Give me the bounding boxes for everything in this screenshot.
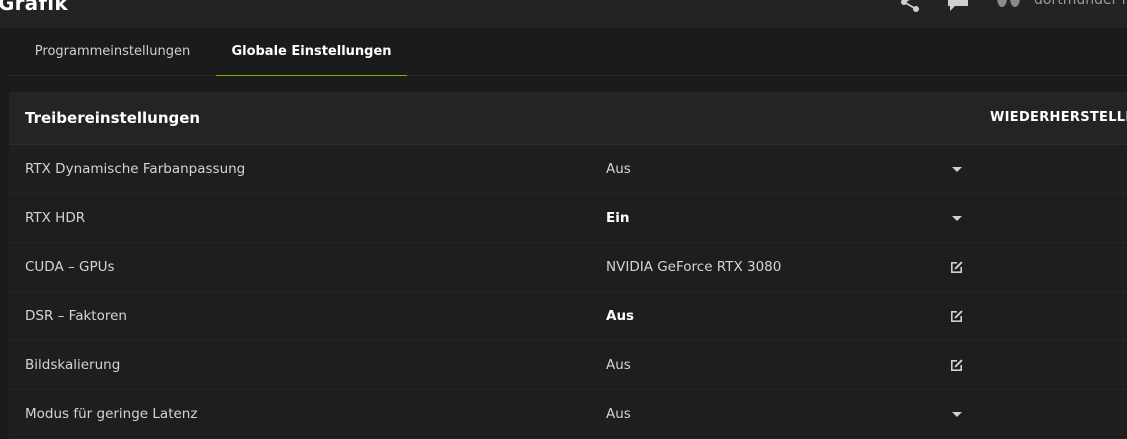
restore-button[interactable]: WIEDERHERSTELLEN [990,92,1127,144]
setting-value: NVIDIA GeForce RTX 3080 [606,259,782,275]
username[interactable]: dortmunder rs [1034,0,1127,8]
setting-row-dsr-factors[interactable]: DSR – Faktoren Aus [9,292,1127,341]
setting-row-cuda-gpus[interactable]: CUDA – GPUs NVIDIA GeForce RTX 3080 [9,243,1127,292]
setting-label: DSR – Faktoren [25,308,127,324]
edit-icon[interactable] [943,253,971,281]
setting-value[interactable]: Aus [606,145,631,193]
setting-value: Aus [606,308,635,324]
setting-label: Bildskalierung [25,357,121,373]
page-title: Grafik [0,0,68,15]
setting-value: Aus [606,357,631,373]
setting-row-rtx-dynamic-color[interactable]: RTX Dynamische Farbanpassung Aus [9,145,1127,194]
setting-label: RTX Dynamische Farbanpassung [25,161,246,177]
driver-settings-section: Treibereinstellungen WIEDERHERSTELLEN RT… [9,92,1127,439]
edit-icon[interactable] [943,351,971,379]
tab-global-settings[interactable]: Globale Einstellungen [216,28,407,76]
feedback-icon[interactable] [946,0,970,14]
setting-label: CUDA – GPUs [25,259,115,275]
settings-tabs: Programmeinstellungen Globale Einstellun… [9,28,1127,76]
tab-program-settings[interactable]: Programmeinstellungen [9,28,216,75]
setting-value[interactable]: Ein [606,194,629,242]
chevron-down-icon[interactable] [943,400,971,428]
setting-label: Modus für geringe Latenz [25,406,198,422]
setting-label: RTX HDR [25,210,86,226]
share-icon[interactable] [898,0,922,14]
edit-icon[interactable] [943,302,971,330]
setting-row-low-latency-mode[interactable]: Modus für geringe Latenz Aus [9,390,1127,439]
setting-row-rtx-hdr[interactable]: RTX HDR Ein [9,194,1127,243]
setting-row-image-scaling[interactable]: Bildskalierung Aus [9,341,1127,390]
chevron-down-icon[interactable] [943,155,971,183]
section-header: Treibereinstellungen WIEDERHERSTELLEN [9,92,1127,145]
section-title: Treibereinstellungen [25,109,201,127]
chevron-down-icon[interactable] [943,204,971,232]
setting-value[interactable]: Aus [606,390,631,438]
top-bar: Grafik dortmunder rs [0,0,1127,29]
avatar-icon[interactable] [994,0,1020,14]
settings-list: RTX Dynamische Farbanpassung Aus RTX HDR… [9,145,1127,439]
